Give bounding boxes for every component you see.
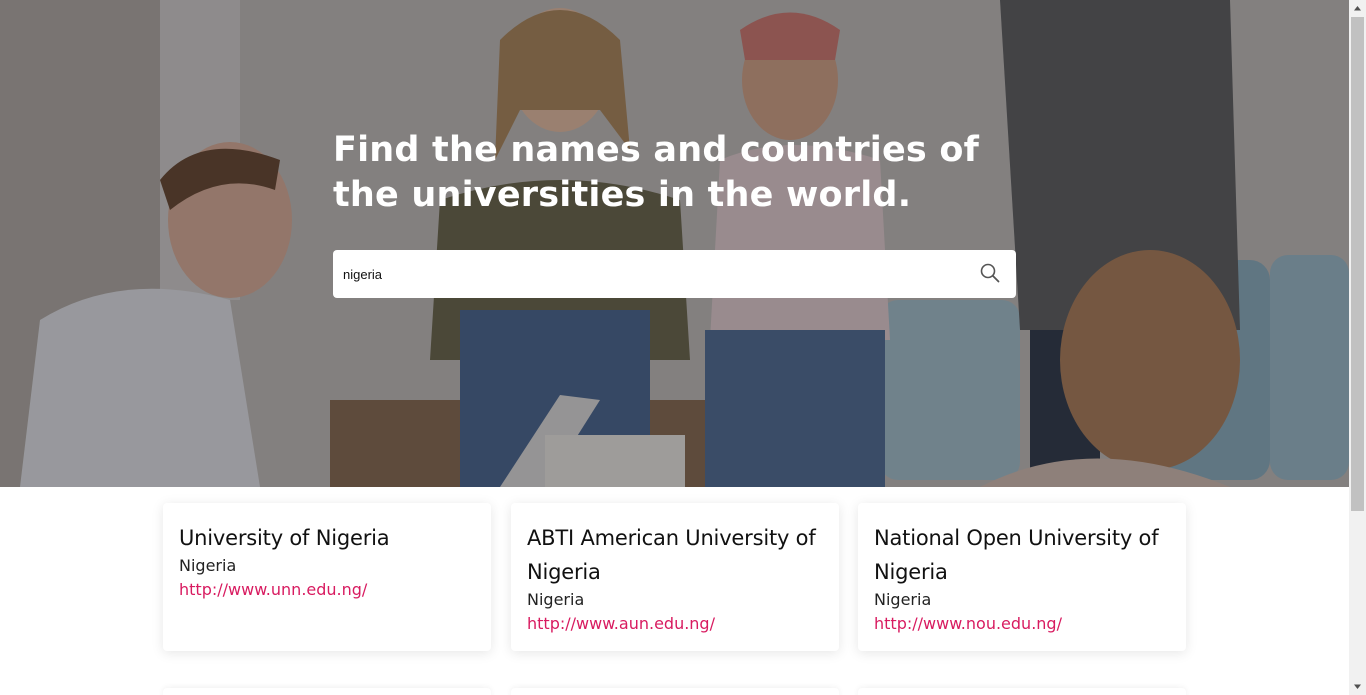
university-card: National Open University of Nigeria Nige… [858, 503, 1186, 651]
scroll-down-arrow-icon[interactable] [1349, 678, 1366, 695]
university-card-next-row [858, 688, 1186, 695]
university-card: University of Nigeria Nigeria http://www… [163, 503, 491, 651]
search-icon [980, 263, 1000, 283]
search-bar [333, 250, 1016, 298]
university-country: Nigeria [527, 590, 585, 609]
scrollbar-thumb[interactable] [1351, 17, 1364, 511]
university-card-next-row [163, 688, 491, 695]
university-country: Nigeria [179, 556, 237, 575]
university-website-link[interactable]: http://www.aun.edu.ng/ [527, 611, 823, 637]
university-website-link[interactable]: http://www.nou.edu.ng/ [874, 611, 1170, 637]
hero-overlay [0, 0, 1349, 487]
university-name: ABTI American University of Nigeria [527, 526, 816, 584]
vertical-scrollbar[interactable] [1349, 0, 1366, 695]
page: Find the names and countries of the univ… [0, 0, 1349, 695]
university-name: National Open University of Nigeria [874, 526, 1159, 584]
hero-banner: Find the names and countries of the univ… [0, 0, 1349, 487]
university-name: University of Nigeria [179, 526, 390, 550]
university-card: ABTI American University of Nigeria Nige… [511, 503, 839, 651]
university-card-next-row [511, 688, 839, 695]
hero-title: Find the names and countries of the univ… [333, 130, 980, 215]
search-button[interactable] [978, 262, 1002, 286]
search-input[interactable] [343, 250, 963, 298]
university-website-link[interactable]: http://www.unn.edu.ng/ [179, 577, 475, 603]
scroll-up-arrow-icon[interactable] [1349, 0, 1366, 17]
university-country: Nigeria [874, 590, 932, 609]
